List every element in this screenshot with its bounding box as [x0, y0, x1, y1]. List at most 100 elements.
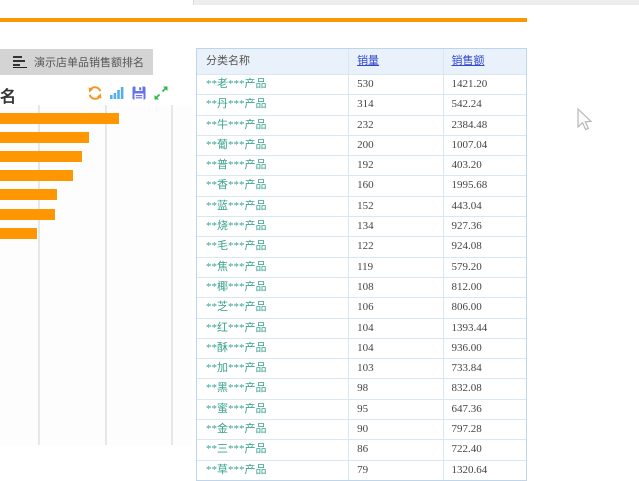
- table-row: **烧***产品 134 927.36: [197, 216, 526, 236]
- category-cell[interactable]: **金***产品: [197, 420, 348, 439]
- chart-bar: [0, 189, 57, 200]
- mouse-pointer-icon: [575, 107, 595, 135]
- column-header-category: 分类名称: [197, 49, 348, 74]
- amount-cell: 647.36: [443, 400, 527, 419]
- bar-chart: [0, 105, 192, 445]
- table-row: **蓝***产品 152 443.04: [197, 196, 526, 216]
- chart-bar: [0, 170, 73, 181]
- qty-cell: 106: [348, 298, 442, 317]
- category-cell[interactable]: **焦***产品: [197, 258, 348, 277]
- qty-cell: 152: [348, 197, 442, 216]
- column-header-amount: 销售额: [443, 49, 527, 74]
- category-cell[interactable]: **毛***产品: [197, 237, 348, 256]
- amount-cell: 936.00: [443, 339, 527, 358]
- amount-cell: 579.20: [443, 258, 527, 277]
- amount-cell: 733.84: [443, 359, 527, 378]
- chart-bar: [0, 151, 82, 162]
- amount-cell: 797.28: [443, 420, 527, 439]
- sort-qty-link[interactable]: 销量: [357, 55, 379, 67]
- amount-cell: 927.36: [443, 217, 527, 236]
- table-row: **椰***产品 108 812.00: [197, 277, 526, 297]
- amount-cell: 443.04: [443, 197, 527, 216]
- category-cell[interactable]: **椰***产品: [197, 278, 348, 297]
- qty-cell: 103: [348, 359, 442, 378]
- chart-bar: [0, 209, 55, 220]
- bar-chart-icon[interactable]: [109, 85, 125, 101]
- amount-cell: 924.08: [443, 237, 527, 256]
- table-body: **老***产品 530 1421.20 **丹***产品 314 542.24…: [197, 74, 526, 480]
- qty-cell: 530: [348, 75, 442, 94]
- category-cell[interactable]: **丹***产品: [197, 95, 348, 114]
- ranking-bars-icon: [13, 56, 27, 68]
- chart-bar: [0, 132, 89, 143]
- amount-cell: 832.08: [443, 379, 527, 398]
- amount-cell: 1393.44: [443, 319, 527, 338]
- qty-cell: 79: [348, 461, 442, 480]
- category-cell[interactable]: **香***产品: [197, 176, 348, 195]
- amount-cell: 1995.68: [443, 176, 527, 195]
- category-cell[interactable]: **黑***产品: [197, 379, 348, 398]
- qty-cell: 119: [348, 258, 442, 277]
- qty-cell: 108: [348, 278, 442, 297]
- category-cell[interactable]: **三***产品: [197, 440, 348, 459]
- amount-cell: 1007.04: [443, 136, 527, 155]
- category-cell[interactable]: **普***产品: [197, 156, 348, 175]
- chart-bar: [0, 113, 119, 124]
- amount-cell: 1320.64: [443, 461, 527, 480]
- amount-cell: 1421.20: [443, 75, 527, 94]
- column-header-qty: 销量: [348, 49, 442, 74]
- table-row: **三***产品 86 722.40: [197, 439, 526, 459]
- table-row: **蜜***产品 95 647.36: [197, 399, 526, 419]
- chart-title-fragment: 名: [0, 83, 17, 107]
- widget-header[interactable]: 演示店单品销售额排名: [0, 49, 153, 75]
- amount-cell: 542.24: [443, 95, 527, 114]
- table-row: **普***产品 192 403.20: [197, 155, 526, 175]
- category-cell[interactable]: **草***产品: [197, 461, 348, 480]
- category-cell[interactable]: **芝***产品: [197, 298, 348, 317]
- table-row: **葡***产品 200 1007.04: [197, 135, 526, 155]
- amount-cell: 812.00: [443, 278, 527, 297]
- category-cell[interactable]: **老***产品: [197, 75, 348, 94]
- category-cell[interactable]: **牛***产品: [197, 116, 348, 135]
- table-row: **丹***产品 314 542.24: [197, 94, 526, 114]
- amount-cell: 722.40: [443, 440, 527, 459]
- category-cell[interactable]: **烧***产品: [197, 217, 348, 236]
- qty-cell: 104: [348, 339, 442, 358]
- table-row: **芝***产品 106 806.00: [197, 297, 526, 317]
- table-row: **酥***产品 104 936.00: [197, 338, 526, 358]
- category-cell[interactable]: **红***产品: [197, 319, 348, 338]
- chart-gridline: [105, 105, 107, 445]
- chart-bar: [0, 228, 37, 239]
- save-icon[interactable]: [131, 85, 147, 101]
- amount-cell: 806.00: [443, 298, 527, 317]
- widget-title: 演示店单品销售额排名: [34, 54, 144, 70]
- sales-table: 分类名称 销量 销售额 **老***产品 530 1421.20 **丹***产…: [196, 48, 527, 481]
- category-cell[interactable]: **蓝***产品: [197, 197, 348, 216]
- qty-cell: 98: [348, 379, 442, 398]
- qty-cell: 192: [348, 156, 442, 175]
- table-row: **红***产品 104 1393.44: [197, 318, 526, 338]
- qty-cell: 232: [348, 116, 442, 135]
- category-cell[interactable]: **酥***产品: [197, 339, 348, 358]
- category-cell[interactable]: **葡***产品: [197, 136, 348, 155]
- table-row: **加***产品 103 733.84: [197, 358, 526, 378]
- chart-toolbar: [87, 85, 169, 101]
- qty-cell: 104: [348, 319, 442, 338]
- qty-cell: 200: [348, 136, 442, 155]
- refresh-icon[interactable]: [87, 85, 103, 101]
- qty-cell: 90: [348, 420, 442, 439]
- table-row: **老***产品 530 1421.20: [197, 74, 526, 94]
- category-cell[interactable]: **蜜***产品: [197, 400, 348, 419]
- table-row: **香***产品 160 1995.68: [197, 175, 526, 195]
- qty-cell: 134: [348, 217, 442, 236]
- qty-cell: 86: [348, 440, 442, 459]
- qty-cell: 122: [348, 237, 442, 256]
- table-header-row: 分类名称 销量 销售额: [197, 49, 526, 74]
- table-row: **焦***产品 119 579.20: [197, 257, 526, 277]
- category-cell[interactable]: **加***产品: [197, 359, 348, 378]
- expand-icon[interactable]: [153, 85, 169, 101]
- table-row: **金***产品 90 797.28: [197, 419, 526, 439]
- table-row: **黑***产品 98 832.08: [197, 378, 526, 398]
- qty-cell: 314: [348, 95, 442, 114]
- sort-amount-link[interactable]: 销售额: [452, 55, 485, 67]
